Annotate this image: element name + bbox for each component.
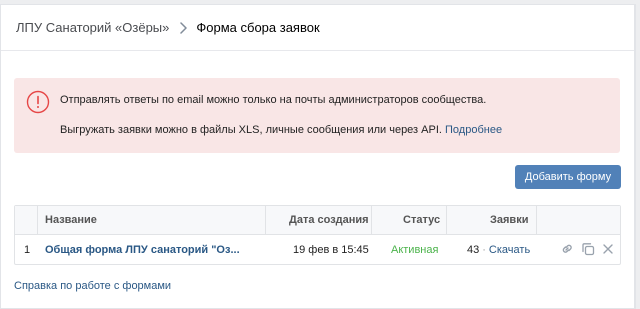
alert-export-text: Выгружать заявки можно в файлы XLS, личн…: [60, 124, 442, 136]
chevron-right-icon: [174, 18, 192, 38]
forms-table: Название Дата создания Статус Заявки 1 О…: [14, 205, 621, 265]
alert-export-line: Выгружать заявки можно в файлы XLS, личн…: [60, 124, 502, 136]
exclamation-circle-icon: [26, 90, 50, 114]
form-name-link[interactable]: Общая форма ЛПУ санаторий "Оз...: [45, 235, 240, 264]
breadcrumb: ЛПУ Санаторий «Озёры» Форма сбора заявок: [1, 5, 634, 51]
column-header-requests[interactable]: Заявки: [490, 206, 528, 234]
column-divider: [37, 206, 38, 234]
column-header-date[interactable]: Дата создания: [289, 206, 369, 234]
requests-count: 43: [467, 243, 480, 256]
breadcrumb-current-page: Форма сбора заявок: [196, 20, 320, 35]
alert-more-link[interactable]: Подробнее: [445, 124, 502, 136]
column-divider: [265, 206, 266, 234]
breadcrumb-community-link[interactable]: ЛПУ Санаторий «Озёры»: [16, 20, 169, 35]
row-date: 19 фев в 15:45: [293, 243, 369, 256]
column-divider: [446, 206, 447, 234]
column-divider: [536, 206, 537, 234]
link-icon[interactable]: [560, 242, 574, 256]
add-form-button[interactable]: Добавить форму: [515, 165, 621, 189]
column-header-name[interactable]: Название: [45, 206, 97, 234]
warning-alert: Отправлять ответы по email можно только …: [14, 78, 620, 153]
requests-cell: 43 · Скачать: [467, 235, 530, 264]
table-row[interactable]: 1 Общая форма ЛПУ санаторий "Оз... 19 фе…: [15, 235, 620, 264]
column-divider: [371, 206, 372, 234]
status-badge: Активная: [391, 243, 439, 256]
copy-icon[interactable]: [581, 242, 595, 256]
row-index: 1: [24, 243, 31, 256]
column-header-status[interactable]: Статус: [403, 206, 440, 234]
alert-email-text: Отправлять ответы по email можно только …: [60, 94, 487, 106]
close-icon[interactable]: [601, 242, 615, 256]
download-link[interactable]: Скачать: [489, 244, 530, 256]
table-header: Название Дата создания Статус Заявки: [15, 206, 620, 235]
separator-dot: ·: [482, 243, 486, 256]
help-forms-link[interactable]: Справка по работе с формами: [14, 280, 171, 292]
